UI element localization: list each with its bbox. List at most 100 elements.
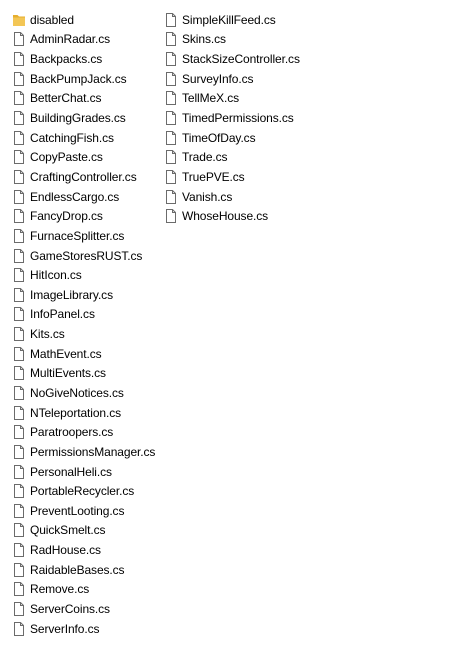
file-name-label: TellMeX.cs: [182, 91, 240, 106]
file-item-vanish[interactable]: Vanish.cs: [164, 187, 300, 207]
file-name-label: Remove.cs: [30, 582, 90, 597]
file-name-label: RaidableBases.cs: [30, 562, 125, 577]
file-icon: [164, 208, 178, 224]
file-icon: [164, 51, 178, 67]
file-icon: [164, 71, 178, 87]
file-item-copypaste[interactable]: CopyPaste.cs: [12, 147, 155, 167]
file-icon: [12, 110, 26, 126]
file-icon: [164, 130, 178, 146]
file-item-fancydrop[interactable]: FancyDrop.cs: [12, 206, 155, 226]
file-icon: [12, 581, 26, 597]
file-icon: [12, 189, 26, 205]
file-icon: [12, 130, 26, 146]
file-item-timeofday[interactable]: TimeOfDay.cs: [164, 128, 300, 148]
file-icon: [12, 346, 26, 362]
file-item-nogivenotices[interactable]: NoGiveNotices.cs: [12, 383, 155, 403]
file-name-label: TimeOfDay.cs: [182, 130, 256, 145]
file-item-stacksizecontroller[interactable]: StackSizeController.cs: [164, 49, 300, 69]
file-item-endlesscargo[interactable]: EndlessCargo.cs: [12, 187, 155, 207]
file-item-truepve[interactable]: TruePVE.cs: [164, 167, 300, 187]
file-item-nteleportation[interactable]: NTeleportation.cs: [12, 403, 155, 423]
file-item-servercoins[interactable]: ServerCoins.cs: [12, 599, 155, 619]
file-item-hiticon[interactable]: HitIcon.cs: [12, 265, 155, 285]
file-name-label: ImageLibrary.cs: [30, 287, 113, 302]
file-item-personalheli[interactable]: PersonalHeli.cs: [12, 462, 155, 482]
file-icon: [12, 424, 26, 440]
file-item-skins[interactable]: Skins.cs: [164, 30, 300, 50]
file-name-label: Kits.cs: [30, 327, 65, 342]
file-name-label: RadHouse.cs: [30, 543, 101, 558]
file-item-radhouse[interactable]: RadHouse.cs: [12, 540, 155, 560]
file-item-catchingfish[interactable]: CatchingFish.cs: [12, 128, 155, 148]
file-name-label: SimpleKillFeed.cs: [182, 12, 276, 27]
file-icon: [12, 621, 26, 637]
file-item-whosehouse[interactable]: WhoseHouse.cs: [164, 206, 300, 226]
file-icon: [164, 149, 178, 165]
file-name-label: SurveyInfo.cs: [182, 71, 254, 86]
file-name-label: Trade.cs: [182, 150, 228, 165]
folder-icon: [12, 12, 26, 28]
file-icon: [12, 503, 26, 519]
file-name-label: BetterChat.cs: [30, 91, 102, 106]
file-item-kits[interactable]: Kits.cs: [12, 324, 155, 344]
file-item-quicksmelt[interactable]: QuickSmelt.cs: [12, 521, 155, 541]
file-icon: [12, 385, 26, 401]
file-item-furnacesplitter[interactable]: FurnaceSplitter.cs: [12, 226, 155, 246]
file-item-trade[interactable]: Trade.cs: [164, 147, 300, 167]
file-item-craftingcontroller[interactable]: CraftingController.cs: [12, 167, 155, 187]
file-icon: [164, 189, 178, 205]
file-item-paratroopers[interactable]: Paratroopers.cs: [12, 422, 155, 442]
file-list-column-right: SimpleKillFeed.cs Skins.cs StackSizeContro…: [164, 10, 300, 226]
file-name-label: NoGiveNotices.cs: [30, 385, 124, 400]
file-item-tellmex[interactable]: TellMeX.cs: [164, 89, 300, 109]
file-item-permissionsmanager[interactable]: PermissionsManager.cs: [12, 442, 155, 462]
file-item-adminradar[interactable]: AdminRadar.cs: [12, 30, 155, 50]
file-icon: [164, 110, 178, 126]
file-icon: [12, 267, 26, 283]
file-name-label: PersonalHeli.cs: [30, 464, 112, 479]
file-item-imagelibrary[interactable]: ImageLibrary.cs: [12, 285, 155, 305]
file-name-label: TimedPermissions.cs: [182, 111, 294, 126]
file-name-label: CopyPaste.cs: [30, 150, 103, 165]
file-icon: [12, 365, 26, 381]
file-item-timedpermissions[interactable]: TimedPermissions.cs: [164, 108, 300, 128]
file-icon: [164, 169, 178, 185]
file-item-mathevent[interactable]: MathEvent.cs: [12, 344, 155, 364]
file-item-portablerecycler[interactable]: PortableRecycler.cs: [12, 481, 155, 501]
file-item-gamestoresrust[interactable]: GameStoresRUST.cs: [12, 246, 155, 266]
folder-item-disabled[interactable]: disabled: [12, 10, 155, 30]
file-item-infopanel[interactable]: InfoPanel.cs: [12, 305, 155, 325]
file-item-buildinggrades[interactable]: BuildingGrades.cs: [12, 108, 155, 128]
file-name-label: PermissionsManager.cs: [30, 444, 156, 459]
file-name-label: NTeleportation.cs: [30, 405, 122, 420]
file-name-label: PreventLooting.cs: [30, 503, 125, 518]
file-name-label: EndlessCargo.cs: [30, 189, 120, 204]
file-name-label: MathEvent.cs: [30, 346, 102, 361]
file-icon: [12, 248, 26, 264]
file-item-backpumpjack[interactable]: BackPumpJack.cs: [12, 69, 155, 89]
file-item-multievents[interactable]: MultiEvents.cs: [12, 364, 155, 384]
file-icon: [12, 31, 26, 47]
file-name-label: StackSizeController.cs: [182, 52, 300, 67]
file-icon: [12, 169, 26, 185]
file-name-label: AdminRadar.cs: [30, 32, 111, 47]
file-icon: [164, 90, 178, 106]
file-name-label: disabled: [30, 12, 74, 27]
file-item-backpacks[interactable]: Backpacks.cs: [12, 49, 155, 69]
file-icon: [12, 522, 26, 538]
file-icon: [12, 483, 26, 499]
file-name-label: MultiEvents.cs: [30, 366, 106, 381]
file-item-preventlooting[interactable]: PreventLooting.cs: [12, 501, 155, 521]
file-name-label: PortableRecycler.cs: [30, 484, 135, 499]
file-icon: [12, 542, 26, 558]
file-item-surveyinfo[interactable]: SurveyInfo.cs: [164, 69, 300, 89]
file-icon: [12, 51, 26, 67]
file-item-remove[interactable]: Remove.cs: [12, 580, 155, 600]
file-item-serverinfo[interactable]: ServerInfo.cs: [12, 619, 155, 639]
file-icon: [12, 90, 26, 106]
file-item-raidablebases[interactable]: RaidableBases.cs: [12, 560, 155, 580]
file-item-betterchat[interactable]: BetterChat.cs: [12, 89, 155, 109]
file-name-label: CatchingFish.cs: [30, 130, 114, 145]
file-name-label: InfoPanel.cs: [30, 307, 95, 322]
file-item-simplekillfeed[interactable]: SimpleKillFeed.cs: [164, 10, 300, 30]
